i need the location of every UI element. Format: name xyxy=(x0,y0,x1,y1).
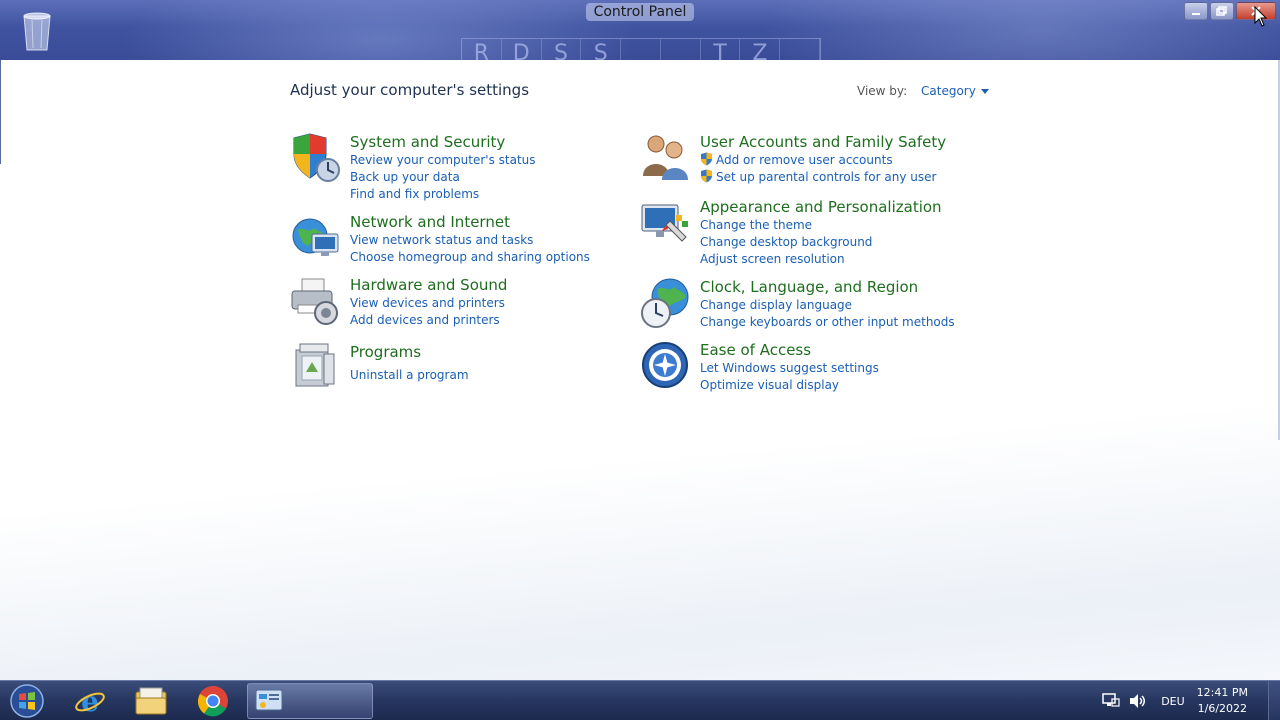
ease-of-access-icon xyxy=(640,340,692,392)
uac-shield-icon xyxy=(701,152,712,166)
address-letter xyxy=(780,39,821,60)
category-title-link[interactable]: Ease of Access xyxy=(700,340,879,360)
category-link[interactable]: Set up parental controls for any user xyxy=(700,169,946,186)
view-by: View by: Category xyxy=(857,84,989,98)
category-link[interactable]: Change display language xyxy=(700,297,955,314)
window-border-left xyxy=(0,60,1,164)
monitor-paint-icon xyxy=(640,197,692,249)
category-appearance: Appearance and Personalization Change th… xyxy=(640,197,942,268)
network-globe-icon xyxy=(290,212,342,264)
category-ease-of-access: Ease of Access Let Windows suggest setti… xyxy=(640,340,879,394)
category-text: System and Security Review your computer… xyxy=(350,132,536,203)
category-link[interactable]: Adjust screen resolution xyxy=(700,251,942,268)
volume-tray-icon[interactable] xyxy=(1127,691,1147,711)
category-text: Network and Internet View network status… xyxy=(350,212,590,266)
category-hardware-sound: Hardware and Sound View devices and prin… xyxy=(290,275,507,329)
svg-text:e: e xyxy=(81,685,99,717)
category-title-link[interactable]: Network and Internet xyxy=(350,212,590,232)
minimize-icon xyxy=(1192,13,1200,15)
category-clock-language-region: Clock, Language, and Region Change displ… xyxy=(640,277,955,331)
category-text: Clock, Language, and Region Change displ… xyxy=(700,277,955,331)
address-letter: T xyxy=(701,39,741,60)
printer-icon xyxy=(290,275,342,327)
category-title-link[interactable]: System and Security xyxy=(350,132,536,152)
clock-date: 1/6/2022 xyxy=(1197,702,1248,715)
minimize-button[interactable] xyxy=(1184,2,1208,20)
window-title-bar[interactable]: Control Panel R D S S T Z xyxy=(0,0,1280,60)
maximize-button[interactable] xyxy=(1210,2,1234,20)
window-title: Control Panel xyxy=(0,3,1280,21)
category-user-accounts: User Accounts and Family Safety Add or r… xyxy=(640,132,946,186)
category-link-text: Set up parental controls for any user xyxy=(716,170,937,184)
chrome-icon xyxy=(197,686,228,717)
shield-icon xyxy=(290,132,342,184)
category-link[interactable]: Add or remove user accounts xyxy=(700,152,946,169)
view-by-value: Category xyxy=(921,84,976,98)
category-link-text: Add or remove user accounts xyxy=(716,153,893,167)
clock-time: 12:41 PM xyxy=(1196,686,1248,699)
category-link[interactable]: Change desktop background xyxy=(700,234,942,251)
address-letter: S xyxy=(581,39,622,60)
category-title-link[interactable]: Appearance and Personalization xyxy=(700,197,942,217)
category-link[interactable]: Uninstall a program xyxy=(350,367,469,384)
globe-clock-icon xyxy=(640,277,692,329)
category-link[interactable]: Back up your data xyxy=(350,169,536,186)
taskbar-clock[interactable]: 12:41 PM 1/6/2022 xyxy=(1197,685,1248,717)
taskbar-control-panel[interactable] xyxy=(247,683,373,719)
uac-shield-icon xyxy=(701,169,712,183)
address-letter: R xyxy=(462,39,502,60)
taskbar: e DEU 12:41 PM 1/6/2022 xyxy=(0,680,1280,720)
programs-icon xyxy=(290,342,342,394)
category-link[interactable]: Let Windows suggest settings xyxy=(700,360,879,377)
category-text: Hardware and Sound View devices and prin… xyxy=(350,275,507,329)
show-desktop-button[interactable] xyxy=(1268,681,1280,720)
taskbar-internet-explorer[interactable]: e xyxy=(70,683,110,719)
category-link[interactable]: Find and fix problems xyxy=(350,186,536,203)
category-link[interactable]: Change keyboards or other input methods xyxy=(700,314,955,331)
windows-logo-icon xyxy=(10,684,44,718)
category-text: Ease of Access Let Windows suggest setti… xyxy=(700,340,879,394)
category-link[interactable]: Change the theme xyxy=(700,217,942,234)
address-bar-remnant: R D S S T Z xyxy=(461,38,821,60)
category-text: Appearance and Personalization Change th… xyxy=(700,197,942,268)
network-tray-icon[interactable] xyxy=(1101,691,1121,711)
category-title-link[interactable]: User Accounts and Family Safety xyxy=(700,132,946,152)
control-panel-icon xyxy=(255,689,283,711)
address-letter xyxy=(621,39,661,60)
category-text: User Accounts and Family Safety Add or r… xyxy=(700,132,946,186)
taskbar-windows-explorer[interactable] xyxy=(131,683,171,719)
category-text: Programs Uninstall a program xyxy=(350,342,469,394)
category-title-link[interactable]: Hardware and Sound xyxy=(350,275,507,295)
category-title-link[interactable]: Clock, Language, and Region xyxy=(700,277,955,297)
category-link[interactable]: Choose homegroup and sharing options xyxy=(350,249,590,266)
folder-icon xyxy=(135,687,167,715)
address-letter xyxy=(661,39,701,60)
view-by-label: View by: xyxy=(857,84,908,98)
category-system-security: System and Security Review your computer… xyxy=(290,132,536,203)
mouse-cursor-icon xyxy=(1254,6,1268,27)
system-tray: DEU 12:41 PM 1/6/2022 xyxy=(1101,681,1280,720)
category-link[interactable]: Review your computer's status xyxy=(350,152,536,169)
start-button[interactable] xyxy=(6,683,48,719)
input-language-indicator[interactable]: DEU xyxy=(1161,695,1184,708)
category-programs: Programs Uninstall a program xyxy=(290,342,469,394)
view-by-dropdown[interactable]: Category xyxy=(921,84,989,98)
category-title-link[interactable]: Programs xyxy=(350,342,469,362)
address-letter: S xyxy=(542,39,582,60)
internet-explorer-icon: e xyxy=(75,685,105,717)
category-network-internet: Network and Internet View network status… xyxy=(290,212,590,266)
category-link[interactable]: View devices and printers xyxy=(350,295,507,312)
address-letter: D xyxy=(502,39,542,60)
address-letter: Z xyxy=(740,39,781,60)
chevron-down-icon xyxy=(980,89,989,94)
taskbar-chrome[interactable] xyxy=(193,683,233,719)
page-title: Adjust your computer's settings xyxy=(290,81,530,99)
category-link[interactable]: Optimize visual display xyxy=(700,377,879,394)
category-link[interactable]: Add devices and printers xyxy=(350,312,507,329)
category-link[interactable]: View network status and tasks xyxy=(350,232,590,249)
users-icon xyxy=(640,132,692,184)
restore-icon xyxy=(1216,6,1227,16)
